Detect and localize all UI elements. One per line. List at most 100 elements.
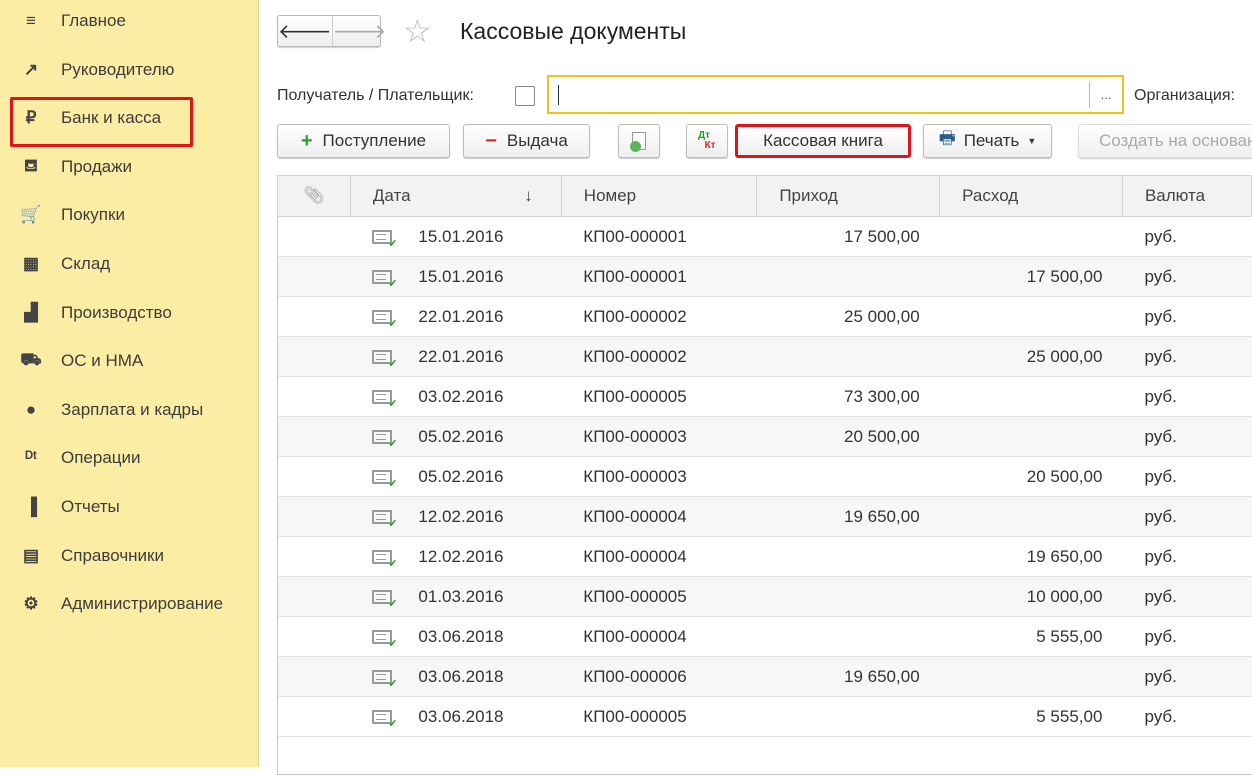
forward-button[interactable]: 🡒 — [333, 16, 387, 46]
column-header-expense[interactable]: Расход — [939, 175, 1123, 217]
receipt-button[interactable]: + Поступление — [277, 124, 450, 158]
payer-input[interactable]: ... — [547, 75, 1124, 114]
sidebar-item-2[interactable]: ₽ Банк и касса — [0, 97, 259, 148]
bar-chart-icon: ▐ — [24, 497, 38, 516]
sidebar-item-11[interactable]: ▤ Справочники — [0, 536, 259, 576]
table-row[interactable]: 05.02.2016 КП00-000003 20 500,00 руб. — [277, 456, 1252, 497]
table-row[interactable]: 22.01.2016 КП00-000002 25 000,00 руб. — [277, 296, 1252, 337]
number-cell: КП00-000001 — [561, 216, 757, 257]
table-row[interactable]: 03.02.2016 КП00-000005 73 300,00 руб. — [277, 376, 1252, 417]
sidebar-item-7[interactable]: ⛟ ОС и НМА — [0, 341, 259, 381]
create-based-on-button[interactable]: Создать на основании — [1078, 124, 1252, 158]
table-row[interactable]: 22.01.2016 КП00-000002 25 000,00 руб. — [277, 336, 1252, 377]
column-header-number[interactable]: Номер — [560, 175, 758, 217]
sidebar: ≡ Главное ↗ Руководителю ₽ Банк и касса ⛾ Прода… — [0, 0, 259, 767]
table-row[interactable]: 12.02.2016 КП00-000004 19 650,00 руб. — [277, 496, 1252, 537]
history-nav: 🡐 🡒 — [277, 15, 386, 47]
income-cell — [756, 576, 940, 617]
column-header-income[interactable]: Приход — [756, 175, 941, 217]
table-row[interactable]: 03.06.2018 КП00-000004 5 555,00 руб. — [277, 616, 1252, 657]
table-row[interactable]: 15.01.2016 КП00-000001 17 500,00 руб. — [277, 216, 1252, 257]
sidebar-item-10[interactable]: ▐ Отчеты — [0, 487, 259, 527]
warehouse-icon: ▦ — [22, 254, 40, 273]
attachment-cell — [277, 256, 351, 297]
back-button[interactable]: 🡐 — [278, 16, 333, 46]
sidebar-item-9[interactable]: ᴰᵗ Операции — [0, 438, 259, 478]
income-cell: 19 650,00 — [756, 496, 940, 537]
expense-cell: 25 000,00 — [939, 336, 1123, 377]
sidebar-item-6[interactable]: ▟ Производство — [0, 293, 259, 333]
column-header-currency[interactable]: Валюта — [1121, 175, 1252, 217]
table-row[interactable]: 01.03.2016 КП00-000005 10 000,00 руб. — [277, 576, 1252, 617]
income-cell — [756, 256, 940, 297]
receipt-label: Поступление — [322, 131, 427, 150]
posted-document-icon — [372, 670, 397, 690]
gear-icon: ⚙ — [23, 594, 39, 614]
print-label: Печать — [963, 131, 1020, 150]
attachment-column-header[interactable]: 📎︎ — [277, 175, 351, 217]
sidebar-item-5[interactable]: ▦ Склад — [0, 244, 259, 284]
date-cell: 05.02.2016 — [350, 456, 562, 497]
truck-icon: ⛟ — [20, 350, 42, 370]
sidebar-item-3[interactable]: ⛾ Продажи — [0, 147, 259, 187]
attachment-cell — [277, 376, 351, 417]
posted-document-icon — [372, 270, 397, 290]
date-value: 15.01.2016 — [418, 226, 504, 246]
menu-icon: ≡ — [26, 11, 36, 30]
sidebar-item-label: ОС и НМА — [61, 351, 144, 371]
sidebar-item-1[interactable]: ↗ Руководителю — [0, 50, 259, 90]
text-caret — [558, 85, 559, 105]
kt-icon: Кт — [704, 140, 716, 151]
attachment-cell — [277, 216, 351, 257]
print-button[interactable]: 🖶 Печать ▼ — [923, 124, 1052, 158]
payer-checkbox[interactable] — [515, 86, 535, 106]
attachment-cell — [277, 456, 351, 497]
organization-label: Организация: — [1134, 87, 1235, 104]
select-payer-button[interactable]: ... — [1089, 82, 1122, 108]
expense-cell — [939, 416, 1123, 457]
currency-cell: руб. — [1122, 336, 1252, 377]
cash-book-button[interactable]: Кассовая книга — [735, 124, 911, 158]
dt-kt-button[interactable]: Дт Кт — [686, 124, 728, 158]
issue-button[interactable]: − Выдача — [463, 124, 590, 158]
date-cell: 05.02.2016 — [350, 416, 562, 457]
sidebar-item-0[interactable]: ≡ Главное — [0, 1, 259, 41]
books-icon: ▤ — [22, 545, 40, 565]
favorite-star-icon[interactable]: ☆ — [403, 12, 432, 50]
expense-cell — [939, 656, 1123, 697]
table-row[interactable]: 03.06.2018 КП00-000005 5 555,00 руб. — [277, 696, 1252, 737]
date-value: 05.02.2016 — [418, 466, 504, 486]
income-cell — [756, 536, 940, 577]
date-cell: 12.02.2016 — [350, 496, 562, 537]
table-row[interactable]: 15.01.2016 КП00-000001 17 500,00 руб. — [277, 256, 1252, 297]
date-value: 12.02.2016 — [418, 506, 504, 526]
sidebar-item-12[interactable]: ⚙ Администрирование — [0, 584, 259, 624]
sidebar-item-8[interactable]: ● Зарплата и кадры — [0, 390, 259, 430]
attachment-cell — [277, 656, 351, 697]
date-cell: 22.01.2016 — [350, 336, 562, 377]
posted-document-icon — [372, 230, 397, 250]
dropdown-arrow-icon: ▼ — [1027, 136, 1037, 146]
posted-document-icon — [372, 390, 397, 410]
posted-document-icon — [372, 630, 397, 650]
create-document-button[interactable] — [618, 124, 660, 158]
sidebar-item-label: Склад — [61, 254, 111, 273]
dt-kt-icon: ᴰᵗ — [25, 448, 37, 468]
currency-cell: руб. — [1122, 496, 1252, 537]
income-cell: 73 300,00 — [756, 376, 940, 417]
sidebar-item-label: Производство — [61, 302, 172, 322]
income-cell: 19 650,00 — [756, 656, 940, 697]
number-cell: КП00-000002 — [561, 296, 757, 337]
table-row[interactable]: 12.02.2016 КП00-000004 19 650,00 руб. — [277, 536, 1252, 577]
table-row[interactable]: 05.02.2016 КП00-000003 20 500,00 руб. — [277, 416, 1252, 457]
plus-icon: + — [300, 129, 313, 152]
sidebar-item-4[interactable]: 🛒 Покупки — [0, 195, 259, 235]
table-row[interactable]: 03.06.2018 КП00-000006 19 650,00 руб. — [277, 656, 1252, 697]
income-cell — [756, 696, 940, 737]
posted-document-icon — [372, 470, 397, 490]
expense-cell: 20 500,00 — [939, 456, 1123, 497]
income-cell — [756, 456, 940, 497]
date-cell: 01.03.2016 — [350, 576, 562, 617]
posted-document-icon — [372, 710, 397, 730]
column-header-date[interactable]: Дата ↓ — [349, 175, 562, 217]
